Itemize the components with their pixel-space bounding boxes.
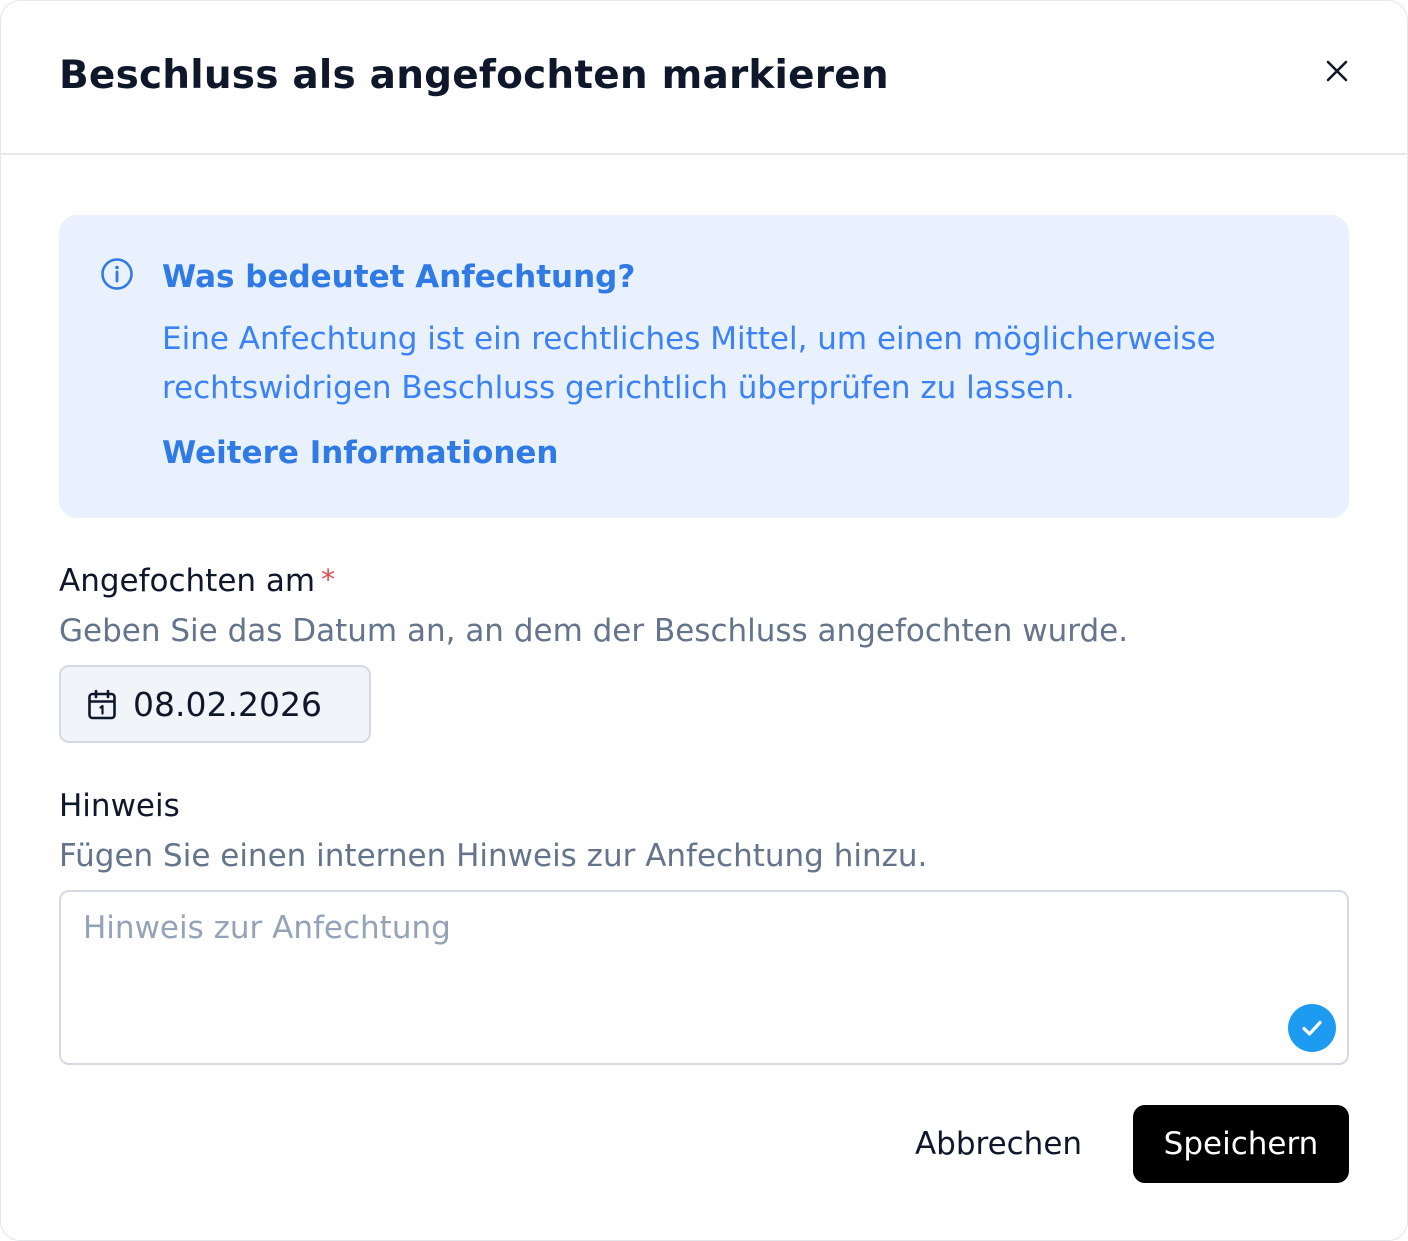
cancel-button[interactable]: Abbrechen bbox=[896, 1105, 1101, 1183]
close-icon bbox=[1326, 60, 1348, 82]
info-callout: Was bedeutet Anfechtung? Eine Anfechtung… bbox=[59, 215, 1349, 518]
date-input[interactable]: 08.02.2026 bbox=[59, 665, 371, 743]
date-field-description: Geben Sie das Datum an, an dem der Besch… bbox=[59, 613, 1129, 649]
dialog: Beschluss als angefochten markieren Was … bbox=[0, 0, 1408, 1241]
save-button[interactable]: Speichern bbox=[1133, 1105, 1349, 1183]
dialog-header: Beschluss als angefochten markieren bbox=[1, 1, 1407, 155]
close-button[interactable] bbox=[1319, 53, 1355, 89]
info-icon bbox=[101, 258, 133, 290]
note-textarea[interactable]: Hinweis zur Anfechtung bbox=[59, 890, 1349, 1065]
date-value: 08.02.2026 bbox=[133, 685, 322, 724]
note-placeholder: Hinweis zur Anfechtung bbox=[83, 910, 451, 946]
calendar-icon bbox=[88, 689, 116, 720]
note-field-description: Fügen Sie einen internen Hinweis zur Anf… bbox=[59, 838, 928, 874]
more-info-link[interactable]: Weitere Informationen bbox=[162, 435, 559, 471]
date-field-label: Angefochten am * bbox=[59, 563, 335, 599]
required-marker: * bbox=[321, 563, 336, 596]
info-title: Was bedeutet Anfechtung? bbox=[162, 259, 636, 295]
info-text: Eine Anfechtung ist ein rechtliches Mitt… bbox=[162, 321, 1216, 406]
note-field-label: Hinweis bbox=[59, 788, 180, 824]
date-field-label-text: Angefochten am bbox=[59, 563, 316, 599]
check-circle-icon bbox=[1288, 1004, 1336, 1052]
dialog-title: Beschluss als angefochten markieren bbox=[59, 53, 889, 98]
